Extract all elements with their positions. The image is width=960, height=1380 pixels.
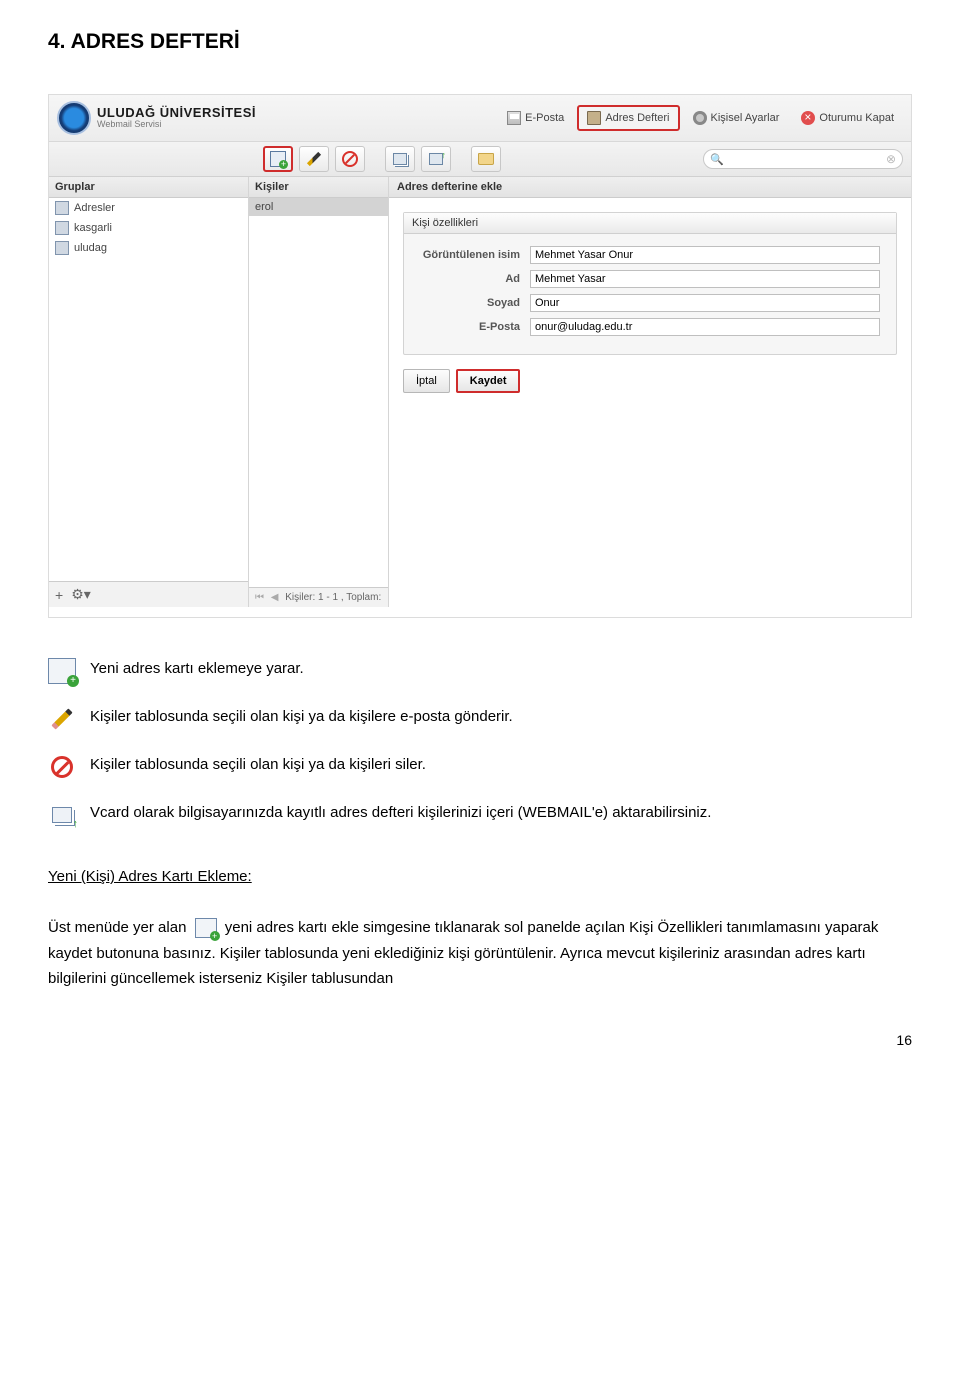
mail-icon	[507, 111, 521, 125]
nav-adres-label: Adres Defteri	[605, 112, 669, 124]
toolbar-compose[interactable]	[299, 146, 329, 172]
pencil-icon	[48, 706, 76, 732]
groups-list: Adresler kasgarli uludag	[49, 198, 248, 581]
brand: ULUDAĞ ÜNİVERSİTESİ Webmail Servisi	[57, 101, 498, 135]
def-row-compose: Kişiler tablosunda seçili olan kişi ya d…	[48, 706, 912, 732]
contacts-footer: ⏮ ◀ Kişiler: 1 - 1 , Toplam:	[249, 587, 388, 607]
groups-column: Gruplar Adresler kasgarli uludag + ⚙▾	[49, 177, 249, 607]
nav-oturum-label: Oturumu Kapat	[819, 112, 894, 124]
nav-adres-defteri[interactable]: Adres Defteri	[577, 105, 679, 131]
def-text-compose: Kişiler tablosunda seçili olan kişi ya d…	[90, 706, 513, 727]
top-nav: E-Posta Adres Defteri Kişisel Ayarlar Ot…	[498, 105, 903, 131]
para-pre: Üst menüde yer alan	[48, 919, 186, 936]
nav-kisisel-ayarlar[interactable]: Kişisel Ayarlar	[684, 106, 789, 130]
input-email[interactable]	[530, 318, 880, 336]
label-display-name: Görüntülenen isim	[420, 249, 520, 261]
input-last-name[interactable]	[530, 294, 880, 312]
def-text-import: Vcard olarak bilgisayarınızda kayıtlı ad…	[90, 802, 711, 823]
toolbar-import-cards[interactable]	[385, 146, 415, 172]
cards-up-icon	[429, 153, 443, 165]
instruction-paragraph: Üst menüde yer alan yeni adres kartı ekl…	[48, 915, 912, 992]
save-button[interactable]: Kaydet	[456, 369, 521, 393]
brand-title: ULUDAĞ ÜNİVERSİTESİ	[97, 106, 256, 120]
def-row-delete: Kişiler tablosunda seçili olan kişi ya d…	[48, 754, 912, 780]
search-icon: 🔍	[710, 153, 724, 166]
label-last-name: Soyad	[420, 297, 520, 309]
nav-eposta-label: E-Posta	[525, 112, 564, 124]
cancel-button[interactable]: İptal	[403, 369, 450, 393]
group-label: kasgarli	[74, 222, 112, 234]
toolbar-export-cards[interactable]	[421, 146, 451, 172]
addressbook-icon	[587, 111, 601, 125]
group-icon	[55, 221, 69, 235]
nav-oturumu-kapat[interactable]: Oturumu Kapat	[792, 106, 903, 130]
logout-icon	[801, 111, 815, 125]
groups-footer: + ⚙▾	[49, 581, 248, 607]
contacts-count: Kişiler: 1 - 1 , Toplam:	[285, 592, 381, 603]
label-email: E-Posta	[420, 321, 520, 333]
group-settings-button[interactable]: ⚙▾	[71, 586, 91, 603]
subheading-add-card: Yeni (Kişi) Adres Kartı Ekleme:	[48, 868, 912, 885]
groups-header: Gruplar	[49, 177, 248, 198]
input-first-name[interactable]	[530, 270, 880, 288]
contact-form: Kişi özellikleri Görüntülenen isim Ad So…	[403, 212, 897, 355]
contacts-header: Kişiler	[249, 177, 388, 198]
add-group-button[interactable]: +	[55, 587, 63, 603]
forbid-icon	[48, 754, 76, 780]
label-first-name: Ad	[420, 273, 520, 285]
def-row-add: Yeni adres kartı eklemeye yarar.	[48, 658, 912, 684]
cards-icon	[393, 153, 407, 165]
main-columns: Gruplar Adresler kasgarli uludag + ⚙▾	[49, 177, 911, 607]
def-text-delete: Kişiler tablosunda seçili olan kişi ya d…	[90, 754, 426, 775]
group-icon	[55, 201, 69, 215]
add-contact-icon	[48, 658, 76, 684]
icon-definitions: Yeni adres kartı eklemeye yarar. Kişiler…	[48, 658, 912, 828]
group-icon	[55, 241, 69, 255]
folder-icon	[478, 153, 494, 165]
contact-name: erol	[255, 201, 273, 213]
input-display-name[interactable]	[530, 246, 880, 264]
clear-search-icon[interactable]: ⊗	[886, 152, 896, 166]
contact-item[interactable]: erol	[249, 198, 388, 216]
pencil-icon	[307, 152, 321, 166]
group-item-adresler[interactable]: Adresler	[49, 198, 248, 218]
toolbar: 🔍 ⊗	[49, 142, 911, 177]
page-number: 16	[48, 1032, 912, 1048]
add-contact-icon	[270, 151, 286, 167]
group-item-kasgarli[interactable]: kasgarli	[49, 218, 248, 238]
form-body: Görüntülenen isim Ad Soyad E-Posta	[404, 234, 896, 354]
def-text-add: Yeni adres kartı eklemeye yarar.	[90, 658, 304, 679]
group-item-uludag[interactable]: uludag	[49, 238, 248, 258]
form-buttons: İptal Kaydet	[403, 369, 897, 393]
university-seal-icon	[57, 101, 91, 135]
forbid-icon	[342, 151, 358, 167]
toolbar-folder[interactable]	[471, 146, 501, 172]
add-contact-icon	[195, 918, 217, 938]
toolbar-add-contact[interactable]	[263, 146, 293, 172]
group-label: uludag	[74, 242, 107, 254]
contacts-list: erol	[249, 198, 388, 587]
form-column-header: Adres defterine ekle	[389, 177, 911, 198]
contacts-column: Kişiler erol ⏮ ◀ Kişiler: 1 - 1 , Toplam…	[249, 177, 389, 607]
section-heading: 4. ADRES DEFTERİ	[48, 30, 912, 54]
brand-subtitle: Webmail Servisi	[97, 120, 256, 130]
search-box[interactable]: 🔍 ⊗	[703, 149, 903, 169]
toolbar-delete[interactable]	[335, 146, 365, 172]
form-column: Adres defterine ekle Kişi özellikleri Gö…	[389, 177, 911, 607]
nav-eposta[interactable]: E-Posta	[498, 106, 573, 130]
import-vcard-icon	[48, 802, 76, 828]
nav-ayarlar-label: Kişisel Ayarlar	[711, 112, 780, 124]
form-tab-properties[interactable]: Kişi özellikleri	[404, 213, 896, 234]
prev-page-icon[interactable]: ◀	[271, 592, 279, 603]
app-header: ULUDAĞ ÜNİVERSİTESİ Webmail Servisi E-Po…	[49, 95, 911, 142]
def-row-import: Vcard olarak bilgisayarınızda kayıtlı ad…	[48, 802, 912, 828]
first-page-icon[interactable]: ⏮	[255, 592, 264, 603]
group-label: Adresler	[74, 202, 115, 214]
webmail-screenshot: ULUDAĞ ÜNİVERSİTESİ Webmail Servisi E-Po…	[48, 94, 912, 618]
gear-icon	[693, 111, 707, 125]
